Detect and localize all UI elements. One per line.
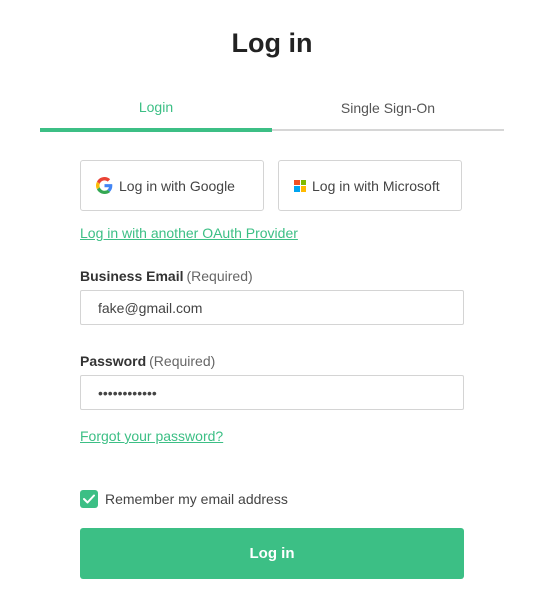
remember-email-checkbox[interactable]	[80, 490, 98, 508]
other-oauth-provider-link[interactable]: Log in with another OAuth Provider	[80, 225, 298, 241]
email-field[interactable]	[80, 290, 464, 325]
password-field[interactable]	[80, 375, 464, 410]
password-required-text: (Required)	[149, 353, 216, 369]
page-title: Log in	[231, 28, 313, 58]
remember-email-label: Remember my email address	[105, 491, 288, 507]
remember-email-row: Remember my email address	[80, 490, 288, 508]
checkmark-icon	[83, 494, 95, 504]
google-login-label: Log in with Google	[119, 177, 235, 194]
password-label-text: Password	[80, 353, 147, 369]
email-label-text: Business Email	[80, 268, 184, 284]
tab-single-sign-on[interactable]: Single Sign-On	[272, 92, 504, 131]
login-tabs: Login Single Sign-On	[40, 92, 504, 132]
login-submit-button[interactable]: Log in	[80, 528, 464, 579]
forgot-password-link[interactable]: Forgot your password?	[80, 428, 223, 444]
tab-login[interactable]: Login	[40, 92, 272, 132]
password-label: Password (Required)	[80, 353, 215, 369]
email-label: Business Email (Required)	[80, 268, 253, 284]
google-g-icon	[96, 177, 113, 194]
microsoft-login-label: Log in with Microsoft	[312, 177, 440, 194]
google-login-button[interactable]: Log in with Google	[80, 160, 264, 211]
email-required-text: (Required)	[186, 268, 253, 284]
microsoft-login-button[interactable]: Log in with Microsoft	[278, 160, 462, 211]
microsoft-logo-icon	[294, 179, 306, 192]
